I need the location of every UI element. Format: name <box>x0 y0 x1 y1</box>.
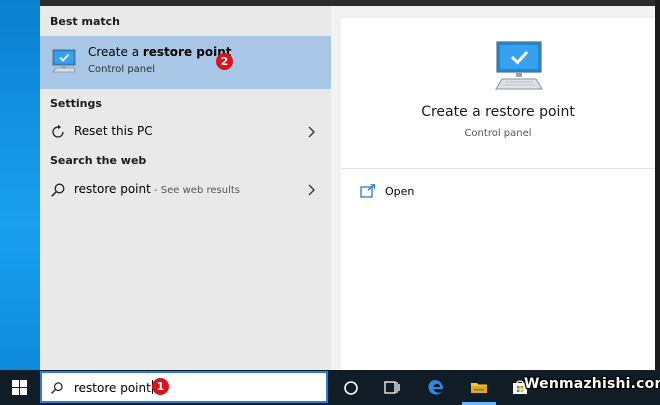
reset-pc-icon <box>52 124 64 138</box>
chevron-right-icon <box>308 184 315 196</box>
cortana-button[interactable] <box>334 370 368 405</box>
best-match-heading: Best match <box>50 15 120 28</box>
open-icon <box>360 184 376 198</box>
step-badge-1: 1 <box>152 378 169 395</box>
file-explorer-icon <box>471 383 487 393</box>
open-label: Open <box>385 185 415 198</box>
windows-start-icon <box>12 380 27 395</box>
window-edge <box>655 0 660 370</box>
start-button[interactable] <box>0 370 40 405</box>
settings-item-label: Reset this PC <box>74 124 153 138</box>
edge-icon <box>428 380 443 395</box>
best-match-subtitle: Control panel <box>88 64 156 75</box>
best-match-title: Create a restore point <box>88 45 232 59</box>
best-match-item[interactable]: Create a restore point Control panel <box>40 36 331 89</box>
file-explorer-button[interactable] <box>462 370 496 405</box>
search-icon <box>51 183 65 197</box>
taskbar-search-input[interactable]: restore point <box>40 371 328 403</box>
monitor-checkmark-icon <box>495 41 543 90</box>
search-icon <box>51 382 63 394</box>
edge-button[interactable] <box>419 370 453 405</box>
task-view-icon <box>384 381 400 394</box>
site-watermark: Wenmazhishi.com <box>524 376 660 392</box>
best-match-title-prefix: Create a <box>88 45 143 59</box>
search-text: restore point <box>74 380 153 395</box>
cortana-icon <box>344 381 358 395</box>
search-value: restore point <box>74 381 151 395</box>
web-search-hint: - See web results <box>150 185 240 196</box>
web-search-item[interactable]: restore point - See web results <box>40 177 331 203</box>
settings-heading: Settings <box>50 97 102 110</box>
step-badge-2: 2 <box>216 53 233 70</box>
preview-divider <box>341 168 655 169</box>
chevron-right-icon <box>308 126 315 138</box>
web-search-label: restore point - See web results <box>74 182 240 196</box>
web-search-query: restore point <box>74 182 151 196</box>
settings-item-reset-pc[interactable]: Reset this PC <box>40 119 331 145</box>
preview-title: Create a restore point <box>421 104 575 120</box>
open-action[interactable]: Open <box>356 182 476 204</box>
preview-subtitle: Control panel <box>464 128 532 139</box>
search-web-heading: Search the web <box>50 154 147 167</box>
task-view-button[interactable] <box>375 370 409 405</box>
monitor-checkmark-icon <box>52 49 76 73</box>
